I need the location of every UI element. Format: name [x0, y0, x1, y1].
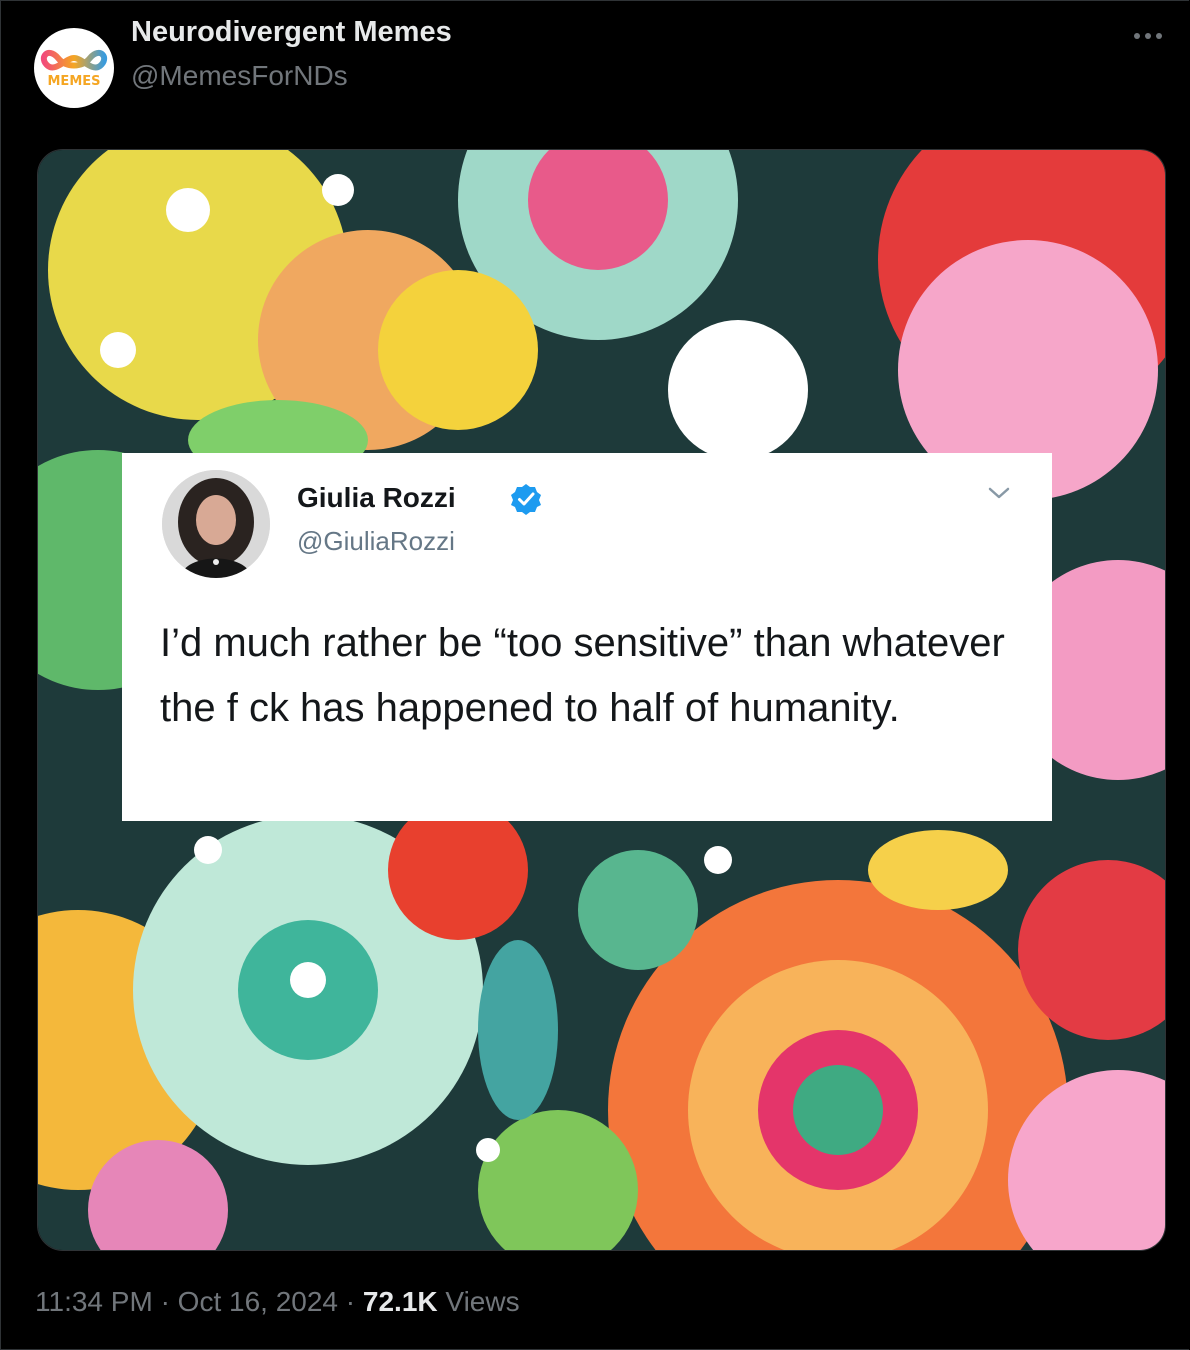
- post-image[interactable]: Giulia Rozzi @GiuliaRozzi I’d much rathe…: [37, 149, 1166, 1251]
- verified-badge-icon: [511, 484, 541, 515]
- author-handle[interactable]: @MemesForNDs: [131, 60, 348, 92]
- views-label[interactable]: Views: [445, 1286, 519, 1317]
- infinity-logo-icon: MEMES: [40, 50, 108, 89]
- person-avatar-icon: [162, 470, 270, 578]
- post-time[interactable]: 11:34 PM: [35, 1286, 153, 1317]
- embedded-avatar: [162, 470, 270, 578]
- embedded-tweet-card: Giulia Rozzi @GiuliaRozzi I’d much rathe…: [122, 453, 1052, 821]
- embedded-name: Giulia Rozzi: [297, 482, 456, 513]
- author-name[interactable]: Neurodivergent Memes: [131, 16, 452, 49]
- logo-text: MEMES: [48, 74, 101, 89]
- views-count[interactable]: 72.1K: [363, 1286, 438, 1317]
- author-avatar[interactable]: MEMES: [34, 28, 114, 108]
- post-date[interactable]: Oct 16, 2024: [178, 1286, 338, 1317]
- post-metadata: 11:34 PM · Oct 16, 2024 · 72.1K Views: [35, 1286, 520, 1318]
- more-icon[interactable]: [1128, 26, 1168, 46]
- embedded-handle: @GiuliaRozzi: [297, 526, 455, 556]
- embedded-tweet-text: I’d much rather be “too sensitive” than …: [160, 621, 1005, 730]
- chevron-down-icon: [988, 487, 1010, 499]
- separator: ·: [345, 1286, 356, 1317]
- separator: ·: [160, 1286, 170, 1317]
